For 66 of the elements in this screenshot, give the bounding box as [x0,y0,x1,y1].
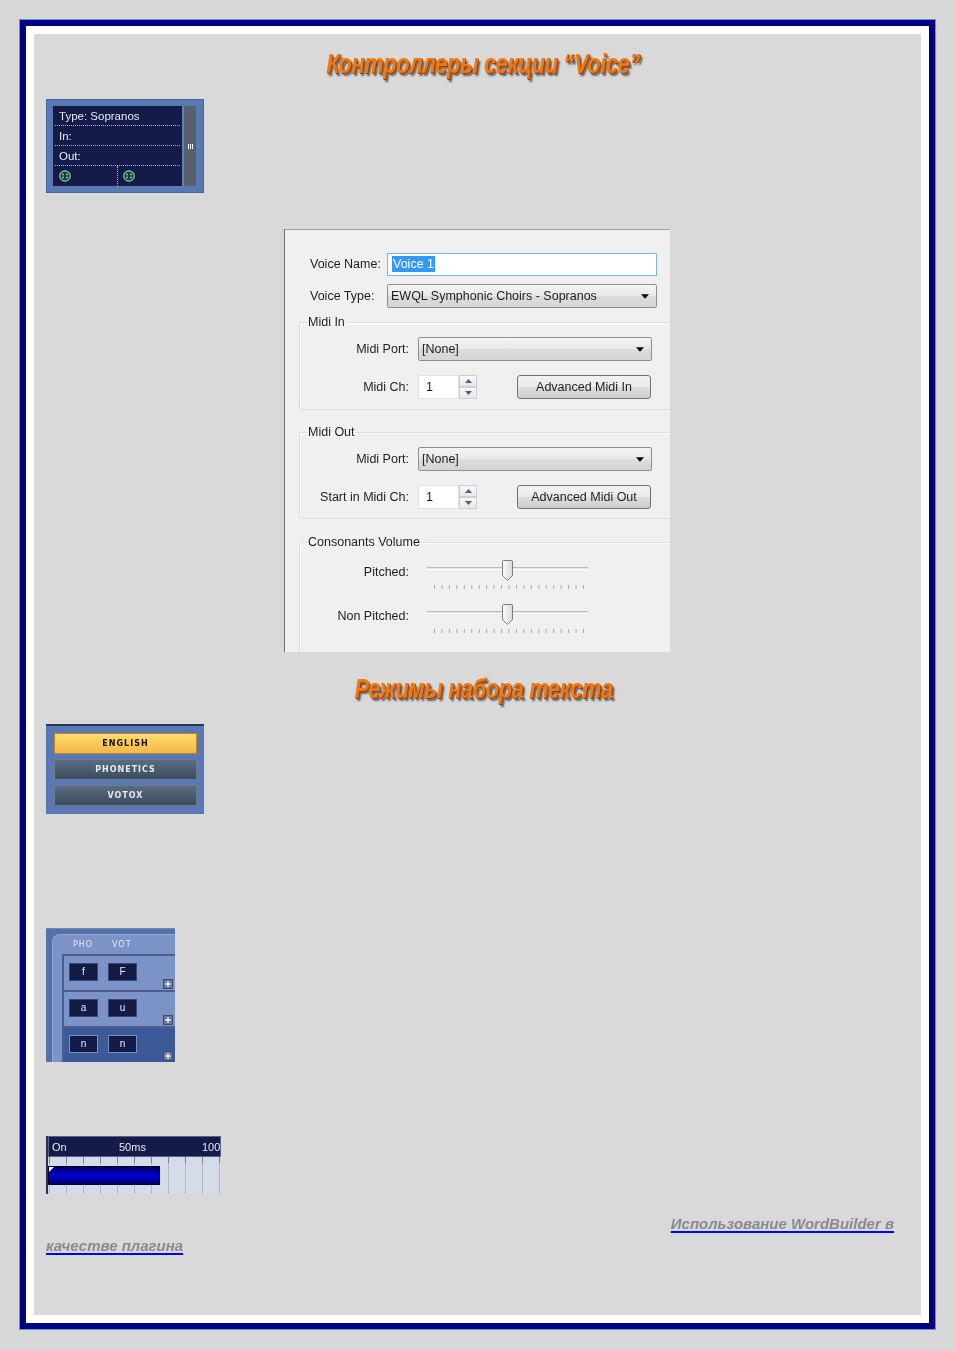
phoneme-field[interactable]: u [108,999,137,1017]
field-label: Start in Midi Ch: [320,489,409,504]
phoneme-row[interactable]: n n [62,1026,175,1062]
midi-port-dropdown[interactable]: [None] [418,337,652,361]
grip-icon [187,143,193,149]
dropdown-arrow-icon [636,346,644,352]
dropdown-arrow-icon [641,293,649,299]
mode-button[interactable]: ENGLISH [54,733,197,754]
corner-marker-icon [49,1167,54,1172]
spin-up-button[interactable] [459,375,477,387]
volume-slider[interactable] [427,604,588,634]
phoneme-row[interactable]: a u [62,990,175,1026]
connector-icon[interactable] [59,170,71,182]
section-title: Режимы набора текста [354,673,613,705]
field-label: Midi Port: [356,341,409,356]
field-label: Non Pitched: [337,609,409,623]
ruler-label: On [52,1141,67,1154]
plus-icon [165,981,171,987]
spin-down-button[interactable] [459,387,477,399]
phoneme-row[interactable]: f F [62,954,175,990]
field-label: Midi Port: [356,451,409,466]
ruler-label: 100 [202,1141,221,1154]
field-label: Midi Ch: [363,379,409,394]
down-arrow-icon [464,391,472,395]
section-title: Контроллеры секции “Voice” [326,48,641,80]
volume-slider[interactable] [427,560,588,590]
group-title: Midi In [307,315,346,329]
voice-type-dropdown[interactable]: EWQL Symphonic Choirs - Sopranos [387,284,657,308]
phoneme-field[interactable]: a [69,999,98,1017]
column-header: VOT [112,939,132,950]
mode-button[interactable]: VOTOX [54,785,197,806]
up-arrow-icon [464,379,472,383]
midi-port-dropdown[interactable]: [None] [418,447,652,471]
advanced-midi-button[interactable]: Advanced Midi In [517,375,651,399]
add-button[interactable] [163,1015,173,1025]
group-title: Consonants Volume [307,535,421,549]
field-label: Voice Name: [310,256,381,271]
phoneme-field[interactable]: n [69,1035,98,1053]
up-arrow-icon [464,489,472,493]
spin-down-button[interactable] [459,497,477,509]
phoneme-field[interactable]: f [69,963,98,981]
add-button[interactable] [163,1051,173,1061]
slider-thumb[interactable] [502,560,513,581]
field-label: Pitched: [363,565,409,579]
field-label: Voice Type: [310,288,375,303]
column-header: PHO [73,939,94,950]
plus-icon [165,1017,171,1023]
midi-channel-field[interactable]: 1 [418,375,459,399]
add-button[interactable] [163,979,173,989]
scrollbar[interactable] [183,106,196,186]
track-info-text: Out: [58,148,81,163]
track-info-text: In: [58,128,72,143]
slider-thumb[interactable] [502,604,513,625]
advanced-midi-button[interactable]: Advanced Midi Out [517,485,651,509]
track-info-text: Type: Sopranos [58,108,140,123]
group-title: Midi Out [307,425,356,439]
midi-channel-field[interactable]: 1 [418,485,459,509]
spin-up-button[interactable] [459,485,477,497]
plus-icon [165,1053,171,1059]
phoneme-field[interactable]: F [108,963,137,981]
dropdown-arrow-icon [636,456,644,462]
mode-button[interactable]: PHONETICS [54,759,197,780]
ruler-label: 50ms [119,1141,146,1154]
connector-icon[interactable] [123,170,135,182]
phoneme-field[interactable]: n [108,1035,137,1053]
down-arrow-icon [464,501,472,505]
